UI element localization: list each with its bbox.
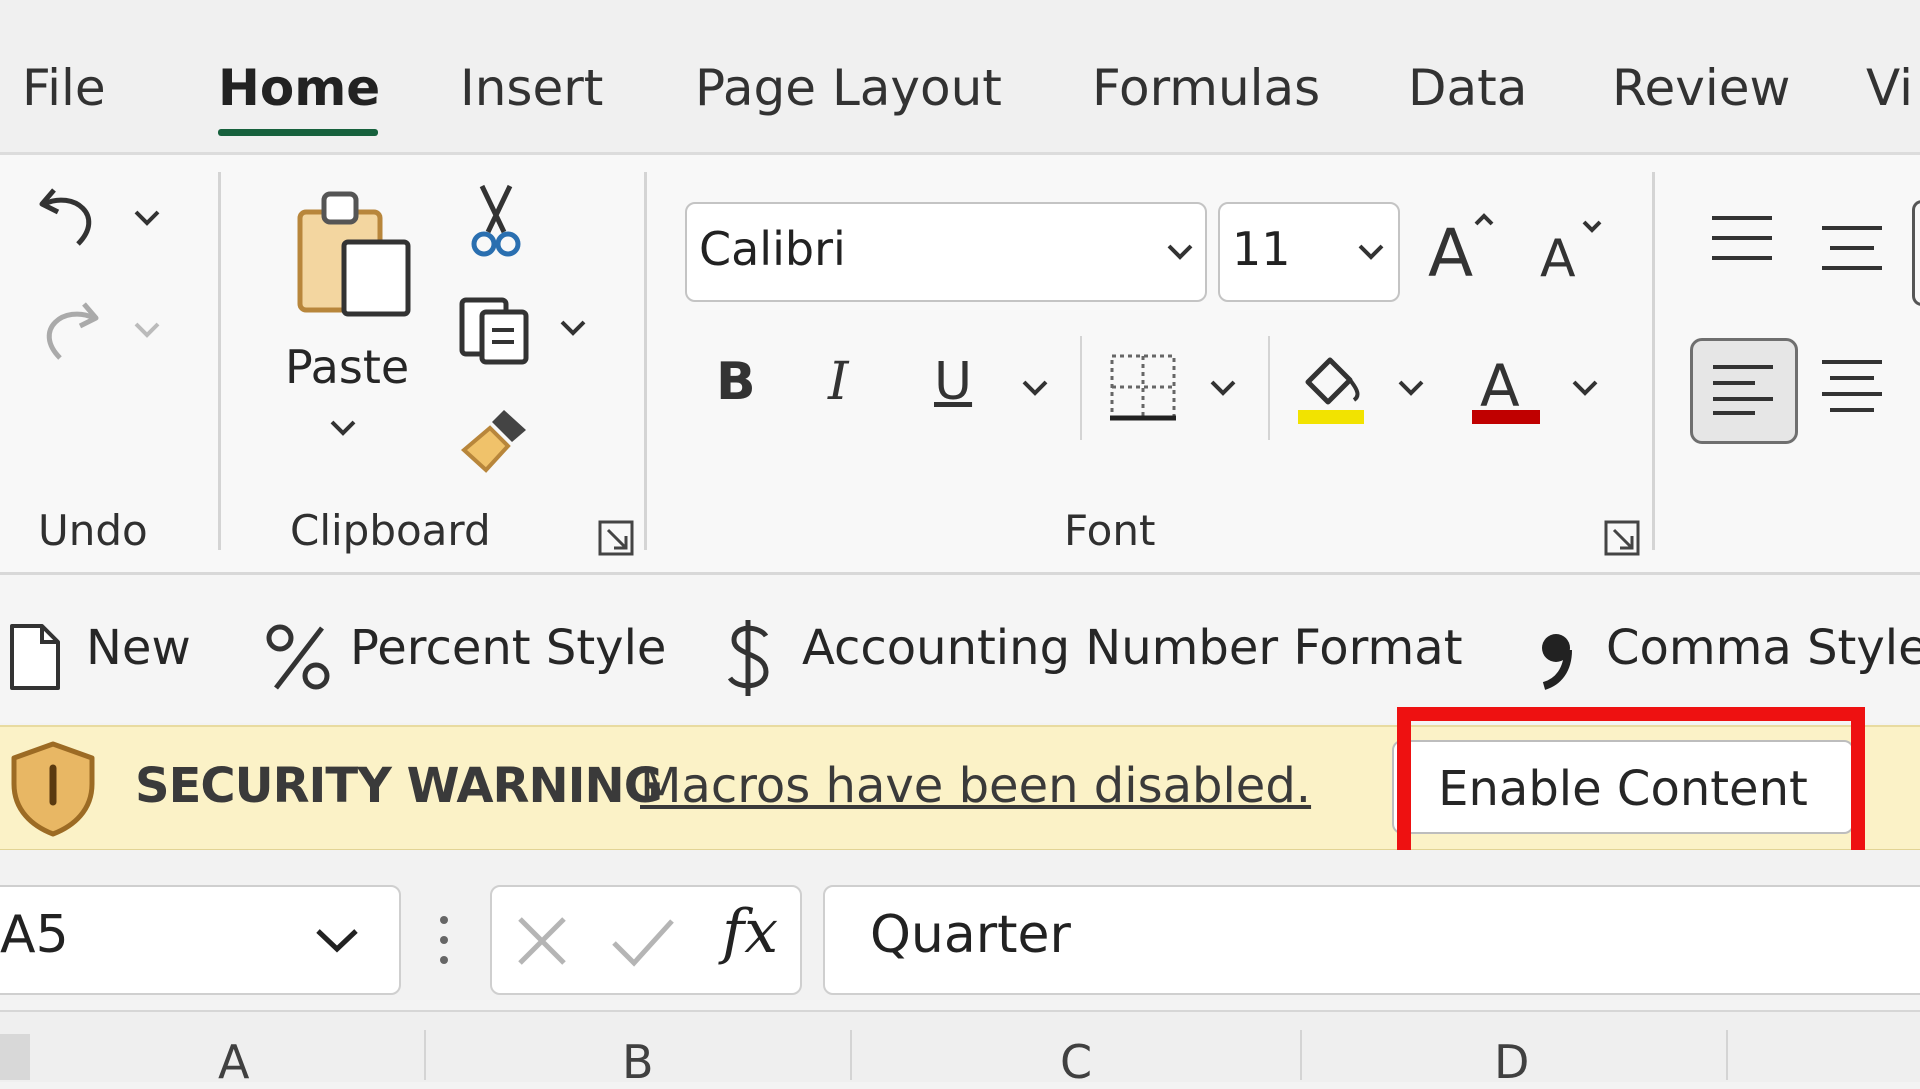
- column-header-c[interactable]: C: [1060, 1035, 1092, 1089]
- security-warning-title: SECURITY WARNING: [135, 758, 663, 814]
- format-painter-icon[interactable]: [460, 402, 532, 474]
- new-label[interactable]: New: [86, 620, 191, 676]
- svg-text:A: A: [1428, 215, 1473, 286]
- font-color-dropdown-chevron-icon[interactable]: [1570, 378, 1600, 398]
- font-color-icon[interactable]: A: [1470, 350, 1542, 426]
- tab-home[interactable]: Home: [218, 56, 380, 120]
- macros-disabled-link[interactable]: Macros have been disabled.: [640, 758, 1311, 814]
- middle-align-icon[interactable]: [1820, 224, 1884, 274]
- accounting-dollar-icon[interactable]: [726, 618, 772, 698]
- active-tab-indicator: [218, 129, 378, 136]
- tab-insert[interactable]: Insert: [460, 56, 603, 120]
- tab-file[interactable]: File: [22, 56, 106, 120]
- accounting-number-format-label[interactable]: Accounting Number Format: [802, 620, 1463, 676]
- group-separator: [1652, 172, 1655, 550]
- tab-formulas[interactable]: Formulas: [1092, 56, 1320, 120]
- svg-text:A: A: [1540, 229, 1576, 286]
- percent-style-label[interactable]: Percent Style: [350, 620, 666, 676]
- font-separator: [1268, 336, 1270, 440]
- clipboard-dialog-launcher-icon[interactable]: [596, 518, 636, 558]
- decrease-font-size-icon[interactable]: A: [1540, 216, 1610, 286]
- column-header-b[interactable]: B: [622, 1035, 654, 1089]
- font-name-chevron-icon[interactable]: [1165, 242, 1195, 262]
- column-divider[interactable]: [1726, 1030, 1728, 1080]
- column-header-a[interactable]: A: [218, 1035, 249, 1089]
- italic-button[interactable]: I: [828, 352, 849, 412]
- group-separator: [218, 172, 221, 550]
- percent-icon[interactable]: [264, 622, 334, 692]
- clipboard-group-label: Clipboard: [290, 506, 491, 555]
- undo-group-label: Undo: [38, 506, 148, 555]
- bottom-align-button[interactable]: [1912, 200, 1920, 306]
- font-dialog-launcher-icon[interactable]: [1602, 518, 1642, 558]
- more-options-vertical-icon[interactable]: [434, 910, 454, 970]
- font-size-combobox[interactable]: 11: [1218, 202, 1400, 302]
- underline-dropdown-chevron-icon[interactable]: [1020, 378, 1050, 398]
- font-size-value: 11: [1232, 222, 1291, 276]
- formula-value: Quarter: [870, 905, 1071, 965]
- fill-color-dropdown-chevron-icon[interactable]: [1396, 378, 1426, 398]
- cut-icon[interactable]: [470, 182, 522, 258]
- tab-view[interactable]: Vi: [1866, 56, 1913, 120]
- bold-button[interactable]: B: [716, 352, 756, 412]
- borders-dropdown-chevron-icon[interactable]: [1208, 378, 1238, 398]
- name-box-chevron-icon[interactable]: [314, 925, 360, 955]
- tab-page-layout[interactable]: Page Layout: [695, 56, 1002, 120]
- underline-button[interactable]: U: [934, 352, 972, 412]
- select-all-corner[interactable]: [0, 1034, 30, 1080]
- borders-icon[interactable]: [1108, 352, 1178, 422]
- increase-font-size-icon[interactable]: A: [1428, 210, 1498, 286]
- font-name-value: Calibri: [699, 222, 846, 276]
- svg-text:A: A: [1480, 352, 1520, 420]
- cancel-icon[interactable]: [514, 913, 570, 969]
- column-divider[interactable]: [850, 1030, 852, 1080]
- group-separator: [644, 172, 647, 550]
- tab-data[interactable]: Data: [1408, 56, 1527, 120]
- align-left-button[interactable]: [1690, 338, 1798, 444]
- comma-style-label[interactable]: Comma Style: [1606, 620, 1920, 676]
- font-name-combobox[interactable]: Calibri: [685, 202, 1207, 302]
- undo-icon[interactable]: [34, 176, 104, 252]
- align-center-icon[interactable]: [1820, 358, 1884, 414]
- paste-dropdown-chevron-icon[interactable]: [328, 418, 358, 438]
- align-left-icon: [1713, 365, 1773, 415]
- column-divider[interactable]: [1300, 1030, 1302, 1080]
- column-header-row: [0, 1010, 1920, 1082]
- copy-dropdown-chevron-icon[interactable]: [558, 318, 588, 338]
- paste-label[interactable]: Paste: [285, 340, 409, 394]
- paste-icon[interactable]: [292, 186, 418, 318]
- new-document-icon[interactable]: [8, 622, 62, 692]
- undo-dropdown-chevron-icon[interactable]: [132, 208, 162, 228]
- font-group-label: Font: [1064, 506, 1156, 555]
- highlight-annotation-box: [1397, 707, 1865, 869]
- copy-icon[interactable]: [458, 296, 534, 366]
- font-size-chevron-icon[interactable]: [1356, 242, 1386, 262]
- insert-function-button[interactable]: fx: [722, 897, 778, 967]
- comma-icon[interactable]: [1536, 628, 1576, 690]
- redo-icon[interactable]: [34, 290, 104, 366]
- column-header-d[interactable]: D: [1494, 1035, 1529, 1089]
- font-separator: [1080, 336, 1082, 440]
- column-divider[interactable]: [424, 1030, 426, 1080]
- name-box-value: A5: [0, 905, 69, 965]
- redo-dropdown-chevron-icon[interactable]: [132, 320, 162, 340]
- shield-icon: [11, 741, 95, 837]
- enter-check-icon[interactable]: [610, 913, 676, 969]
- fill-color-icon[interactable]: [1296, 350, 1368, 426]
- tab-review[interactable]: Review: [1612, 56, 1790, 120]
- formula-controls: fx: [490, 885, 802, 995]
- top-align-icon[interactable]: [1710, 214, 1774, 264]
